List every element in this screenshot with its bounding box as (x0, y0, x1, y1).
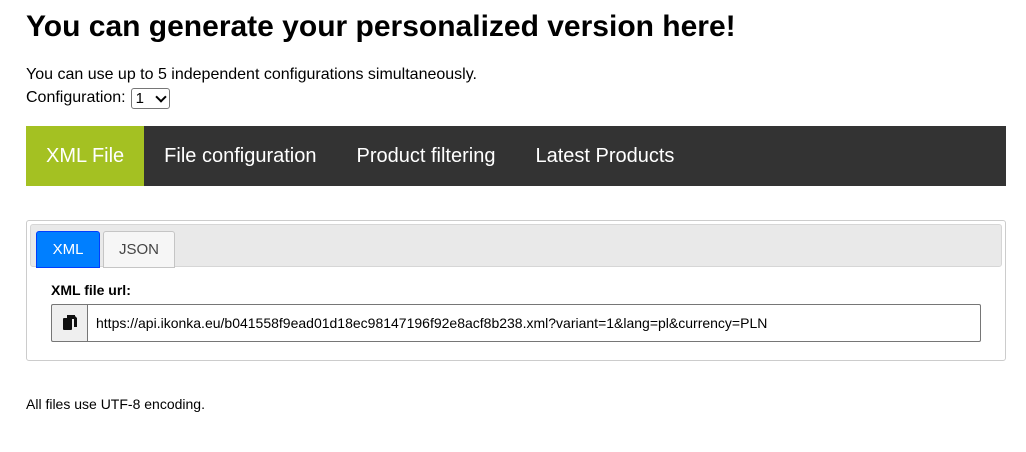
tab-latest-products[interactable]: Latest Products (515, 126, 694, 186)
xml-file-panel: XML JSON XML file url: (26, 220, 1006, 361)
main-nav: XML File File configuration Product filt… (26, 126, 1006, 186)
configuration-selected-value: 1 (135, 89, 144, 107)
format-tab-bar: XML JSON (30, 224, 1002, 268)
chevron-down-icon (154, 90, 167, 103)
tab-json[interactable]: JSON (103, 231, 175, 268)
copy-icon (63, 315, 77, 330)
tab-xml-file[interactable]: XML File (26, 126, 145, 186)
tab-file-configuration[interactable]: File configuration (144, 126, 336, 186)
encoding-note: All files use UTF-8 encoding. (26, 396, 205, 412)
tab-xml[interactable]: XML (36, 231, 100, 268)
intro-text: You can use up to 5 independent configur… (26, 66, 477, 83)
xml-url-label: XML file url: (51, 282, 131, 298)
page-title: You can generate your personalized versi… (26, 10, 736, 43)
xml-url-input[interactable] (87, 304, 981, 342)
configuration-row: Configuration: 1 (26, 87, 170, 109)
copy-url-button[interactable] (51, 304, 88, 342)
configuration-select[interactable]: 1 (130, 87, 170, 109)
tab-product-filtering[interactable]: Product filtering (336, 126, 515, 186)
configuration-label: Configuration: (26, 89, 126, 106)
